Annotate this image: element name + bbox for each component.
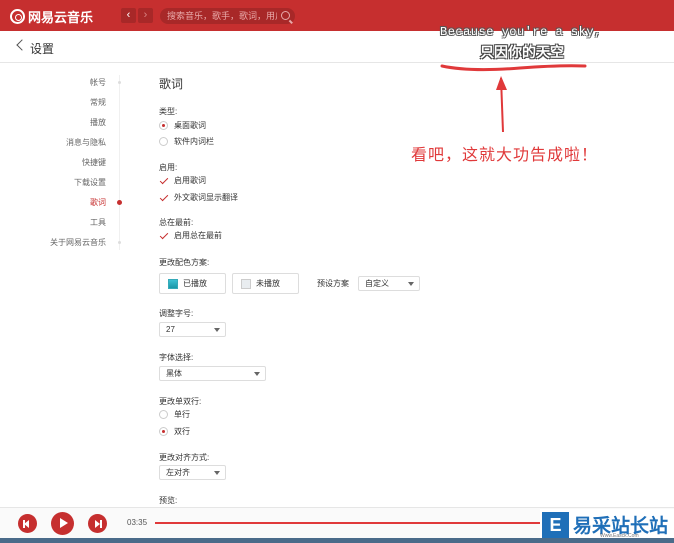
played-color-button[interactable]: 已播放 [159,273,226,294]
sidebar-item-about[interactable]: 关于网易云音乐 [50,237,106,248]
progress-bar[interactable] [155,522,540,524]
forward-button[interactable]: › [138,8,153,23]
radio-checked-icon[interactable] [159,427,168,436]
previous-icon [24,520,29,528]
sidebar-dot [118,241,121,244]
option-label: 软件内词栏 [174,137,214,146]
line-mode-label: 更改单双行: [159,397,202,406]
sidebar-item-shortcuts[interactable]: 快捷键 [82,157,106,168]
option-label: 外文歌词显示翻译 [174,193,238,202]
annotation-arrowhead [496,76,507,90]
annotation-note: 看吧，这就大功告成啦！ [411,145,599,164]
font-size-value: 27 [166,325,175,334]
radio-unchecked-icon[interactable] [159,137,168,146]
chevron-down-icon [408,282,414,286]
type-label: 类型: [159,107,178,116]
check-icon[interactable] [159,193,169,203]
align-select[interactable]: 左对齐 [159,465,226,480]
radio-checked-icon[interactable] [159,121,168,130]
option-label: 双行 [174,427,190,436]
font-label: 字体选择: [159,353,194,362]
sidebar-item-general[interactable]: 常规 [90,97,106,108]
app-logo[interactable]: 网易云音乐 [10,7,93,26]
font-size-label: 调整字号: [159,309,194,318]
active-indicator [117,200,122,205]
option-label: 桌面歌词 [174,121,206,130]
section-title: 歌词 [159,77,184,91]
annotation-chinese: 只因你的天空 [480,44,564,60]
chevron-down-icon [214,471,220,475]
font-value: 黑体 [166,369,182,378]
play-icon [60,518,68,528]
font-select[interactable]: 黑体 [159,366,266,381]
radio-in-app-lyrics[interactable]: 软件内词栏 [159,136,214,147]
align-value: 左对齐 [166,468,190,477]
play-button[interactable] [51,512,74,535]
align-label: 更改对齐方式: [159,453,210,462]
sidebar-item-download[interactable]: 下载设置 [74,177,106,188]
search-box[interactable] [160,8,295,24]
checkbox-always-on-top[interactable]: 启用总在最前 [159,230,222,241]
option-label: 单行 [174,410,190,419]
radio-desktop-lyrics[interactable]: 桌面歌词 [159,120,206,131]
check-icon[interactable] [159,176,169,186]
next-track-button[interactable] [88,514,107,533]
chevron-left-icon[interactable] [16,39,28,51]
elapsed-time: 03:35 [127,518,148,527]
sidebar-item-tools[interactable]: 工具 [90,217,106,228]
radio-double-line[interactable]: 双行 [159,426,190,437]
back-button[interactable]: ‹ [121,8,136,23]
sidebar-divider [119,75,120,250]
search-input[interactable] [167,9,277,23]
netease-music-icon [10,9,25,24]
played-label: 已播放 [183,279,207,288]
previous-track-button[interactable] [18,514,37,533]
radio-single-line[interactable]: 单行 [159,409,190,420]
chevron-down-icon [254,372,260,376]
unplayed-label: 未播放 [256,279,280,288]
sidebar-dot [118,81,121,84]
annotation-underline [440,64,587,72]
color-swatch [241,278,251,289]
annotation-english: Because you're a sky, [440,25,602,39]
sidebar-item-lyrics[interactable]: 歌词 [90,197,106,208]
checkbox-enable-lyrics[interactable]: 启用歌词 [159,175,206,186]
preset-label: 预设方案 [317,279,349,288]
page-title: 设置 [30,42,55,56]
taskbar [0,538,674,543]
radio-unchecked-icon[interactable] [159,410,168,419]
check-icon[interactable] [159,231,169,241]
preview-label: 预览: [159,496,178,505]
unplayed-color-button[interactable]: 未播放 [232,273,299,294]
search-icon[interactable] [281,11,290,20]
app-name: 网易云音乐 [28,10,94,25]
next-bar [100,520,102,528]
checkbox-translation[interactable]: 外文歌词显示翻译 [159,192,238,203]
sidebar-item-privacy[interactable]: 消息与隐私 [66,137,106,148]
preset-value: 自定义 [365,279,389,288]
on-top-label: 总在最前: [159,218,194,227]
color-swatch [168,278,178,289]
chevron-down-icon [214,328,220,332]
preset-select[interactable]: 自定义 [358,276,420,291]
enable-label: 启用: [159,163,178,172]
sidebar-item-account[interactable]: 帐号 [90,77,106,88]
option-label: 启用歌词 [174,176,206,185]
sidebar-item-playback[interactable]: 播放 [90,117,106,128]
option-label: 启用总在最前 [174,231,222,240]
font-size-select[interactable]: 27 [159,322,226,337]
watermark-logo: E [542,512,569,539]
annotation-arrow [500,77,504,133]
color-scheme-label: 更改配色方案: [159,258,210,267]
